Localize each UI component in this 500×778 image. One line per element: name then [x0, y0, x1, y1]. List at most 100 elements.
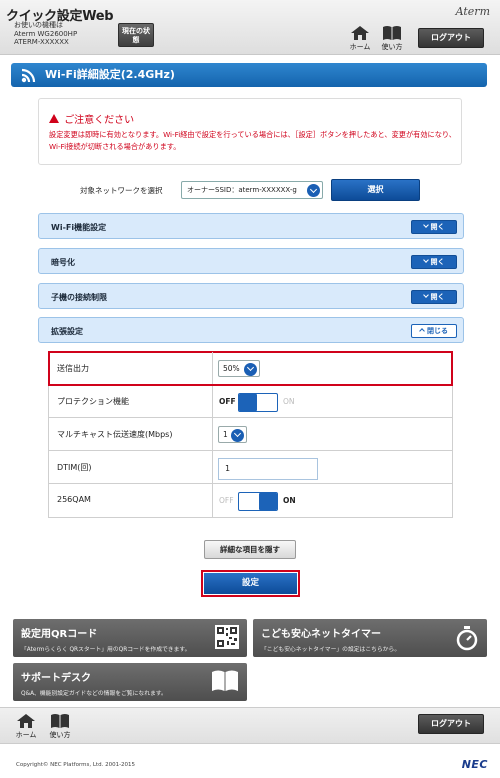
guide-nav-label: 使い方: [49, 731, 71, 739]
wifi-icon: [21, 68, 36, 83]
dtim-cell: 1: [212, 451, 452, 483]
accordion-close-button[interactable]: 閉じる: [411, 324, 457, 338]
accordion-button-label: 開く: [430, 223, 445, 231]
accordion-wifi-settings[interactable]: Wi-Fi機能設定 開く: [38, 213, 464, 239]
protection-on-label: ON: [283, 397, 295, 406]
extended-settings-table: 送信出力 50% プロテクション機能 OFF ON マルチキャスト伝送速度(Mb…: [48, 351, 453, 518]
caution-title-text: ご注意ください: [64, 115, 135, 126]
chevron-down-icon: [307, 184, 320, 197]
qr-code-icon: [215, 625, 239, 649]
model-info: お使いの機種は Aterm WG2600HP ATERM-XXXXXX: [14, 21, 77, 47]
accordion-label: 拡張設定: [51, 327, 83, 336]
guide-nav-button[interactable]: 使い方: [374, 25, 410, 52]
logout-button[interactable]: ログアウト: [418, 28, 484, 48]
accordion-encryption[interactable]: 暗号化 開く: [38, 248, 464, 274]
chevron-down-icon: [422, 222, 429, 228]
home-nav-button[interactable]: ホーム: [342, 25, 378, 52]
hide-details-button[interactable]: 詳細な項目を隠す: [204, 540, 296, 559]
setting-row-dtim: DTIM(回) 1: [49, 451, 452, 484]
tx-power-label: 送信出力: [57, 364, 89, 373]
multicast-cell: 1: [212, 418, 452, 450]
aterm-logo: Aterm: [455, 5, 490, 18]
accordion-button-label: 閉じる: [427, 327, 448, 335]
accordion-label: 暗号化: [51, 258, 75, 267]
setting-row-256qam: 256QAM OFF ON: [49, 484, 452, 518]
accordion-button-label: 開く: [430, 293, 445, 301]
multicast-select[interactable]: 1: [218, 426, 247, 443]
panel-description: Q&A、機能別設定ガイドなどの情報をご覧になれます。: [21, 691, 167, 697]
caution-box: ご注意ください 設定変更は即時に有効となります。Wi-Fi経由で設定を行っている…: [38, 98, 462, 165]
model-id: ATERM-XXXXXX: [14, 38, 69, 46]
tx-power-value: 50%: [223, 364, 240, 373]
chevron-down-icon: [422, 292, 429, 298]
copyright: Copyright© NEC Platforms, Ltd. 2001-2015: [16, 762, 136, 768]
model-label: お使いの機種は: [14, 21, 63, 29]
chevron-down-icon: [422, 257, 429, 263]
qam256-off-label: OFF: [219, 496, 234, 505]
qam256-label: 256QAM: [57, 495, 91, 504]
setting-row-protection: プロテクション機能 OFF ON: [49, 385, 452, 418]
home-icon: [17, 714, 35, 728]
setting-row-multicast: マルチキャスト伝送速度(Mbps) 1: [49, 418, 452, 451]
model-name: Aterm WG2600HP: [14, 29, 78, 38]
accordion-client-restriction[interactable]: 子機の接続制限 開く: [38, 283, 464, 309]
child-net-timer-panel[interactable]: こども安心ネットタイマー 「こども安心ネットタイマー」の設定はこちらから。: [253, 619, 487, 657]
accordion-open-button[interactable]: 開く: [411, 290, 457, 304]
chevron-down-icon: [244, 362, 257, 376]
toggle-knob: [259, 493, 277, 510]
warning-icon: [49, 114, 59, 123]
book-icon: [383, 26, 401, 40]
home-nav-label: ホーム: [349, 43, 371, 51]
chevron-down-icon: [231, 428, 244, 442]
qam256-on-label: ON: [283, 496, 296, 505]
qam256-cell: OFF ON: [212, 484, 452, 517]
guide-nav-button[interactable]: 使い方: [42, 713, 78, 740]
nec-logo: NEC: [461, 758, 488, 771]
accordion-open-button[interactable]: 開く: [411, 255, 457, 269]
home-nav-label: ホーム: [15, 731, 37, 739]
qam256-toggle[interactable]: [238, 492, 278, 511]
toggle-knob: [239, 394, 257, 411]
book-icon: [51, 714, 69, 728]
accordion-button-label: 開く: [430, 258, 445, 266]
home-nav-button[interactable]: ホーム: [8, 713, 44, 740]
network-select[interactable]: オーナーSSID：aterm-XXXXXX-g: [181, 181, 323, 199]
panel-title: サポートデスク: [21, 673, 91, 684]
panel-title: 設定用QRコード: [21, 629, 98, 640]
network-select-label: 対象ネットワークを選択: [80, 186, 163, 195]
panel-title: こども安心ネットタイマー: [261, 629, 381, 640]
logout-button[interactable]: ログアウト: [418, 714, 484, 734]
multicast-label: マルチキャスト伝送速度(Mbps): [57, 430, 173, 439]
dtim-label: DTIM(回): [57, 463, 92, 472]
panel-description: 「こども安心ネットタイマー」の設定はこちらから。: [261, 647, 401, 653]
select-network-button[interactable]: 選択: [331, 179, 420, 201]
panel-description: 「Atermらくらく QRスタート」用のQRコードを作成できます。: [21, 647, 191, 653]
accordion-label: Wi-Fi機能設定: [51, 223, 107, 232]
accordion-extended-settings[interactable]: 拡張設定 閉じる: [38, 317, 464, 343]
multicast-value: 1: [223, 430, 228, 439]
setting-row-tx-power: 送信出力 50%: [48, 351, 453, 386]
guide-nav-label: 使い方: [381, 43, 403, 51]
caution-text: 設定変更は即時に有効となります。Wi-Fi経由で設定を行っている場合には、［設定…: [49, 130, 456, 151]
caution-title: ご注意ください: [49, 111, 134, 126]
apply-settings-button[interactable]: 設定: [201, 570, 300, 597]
support-desk-panel[interactable]: サポートデスク Q&A、機能別設定ガイドなどの情報をご覧になれます。: [13, 663, 247, 701]
tx-power-cell: 50%: [212, 352, 452, 384]
stopwatch-icon: [456, 626, 478, 651]
network-select-value: オーナーSSID：aterm-XXXXXX-g: [187, 186, 297, 194]
protection-off-label: OFF: [219, 397, 236, 406]
protection-toggle[interactable]: [238, 393, 278, 412]
chevron-up-icon: [419, 328, 425, 334]
tx-power-select[interactable]: 50%: [218, 360, 260, 377]
current-status-button[interactable]: 現在の状態: [118, 23, 154, 47]
qr-code-panel[interactable]: 設定用QRコード 「Atermらくらく QRスタート」用のQRコードを作成できま…: [13, 619, 247, 657]
home-icon: [351, 26, 369, 40]
accordion-label: 子機の接続制限: [51, 293, 107, 302]
protection-cell: OFF ON: [212, 385, 452, 417]
header: クイック設定Web お使いの機種は Aterm WG2600HP ATERM-X…: [0, 0, 500, 55]
book-icon: [212, 670, 238, 691]
accordion-open-button[interactable]: 開く: [411, 220, 457, 234]
section-title-text: Wi-Fi詳細設定(2.4GHz): [45, 68, 175, 81]
dtim-input[interactable]: 1: [218, 458, 318, 480]
protection-label: プロテクション機能: [57, 397, 129, 406]
